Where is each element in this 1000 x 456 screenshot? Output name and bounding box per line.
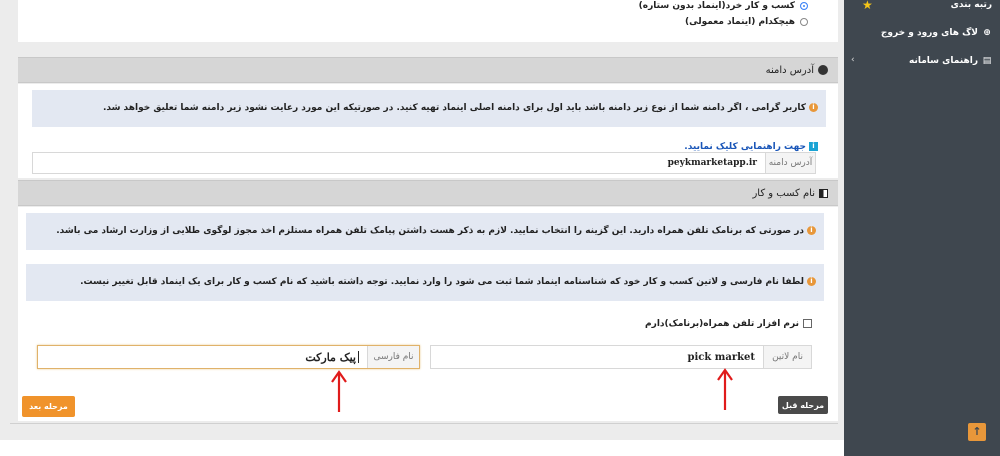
latin-name-label: نام لاتین bbox=[763, 346, 811, 368]
main-content: کسب و کار خرد(اینماد بدون ستاره) هیچکدام… bbox=[0, 0, 844, 456]
mobile-app-checkbox-row[interactable]: نرم افزار تلفن همراه(برنامک)دارم bbox=[645, 319, 812, 329]
business-panel: iدر صورتی که برنامک تلفن همراه دارید. ای… bbox=[18, 207, 838, 421]
domain-section-title: آدرس دامنه bbox=[766, 65, 828, 76]
next-step-button[interactable]: مرحله بعد bbox=[22, 396, 75, 417]
latin-name-value: pick market bbox=[687, 351, 755, 363]
name-alert: iلطفا نام فارسی و لاتین کسب و کار خود که… bbox=[26, 264, 824, 301]
red-arrow-up-icon bbox=[331, 370, 347, 412]
domain-field[interactable]: آدرس دامنه peykmarketapp.ir bbox=[32, 152, 816, 174]
previous-step-button[interactable]: مرحله قبل bbox=[778, 396, 828, 414]
scroll-top-button[interactable]: ↑ bbox=[968, 423, 986, 441]
divider bbox=[10, 423, 838, 424]
guide-link[interactable]: iجهت راهنمایی کلیک نمایید. bbox=[684, 142, 818, 152]
app-alert: iدر صورتی که برنامک تلفن همراه دارید. ای… bbox=[26, 213, 824, 250]
domain-section-header: آدرس دامنه bbox=[18, 57, 838, 83]
domain-field-value: peykmarketapp.ir bbox=[667, 158, 757, 168]
persian-name-label: نام فارسی bbox=[367, 346, 419, 368]
trust-panel: کسب و کار خرد(اینماد بدون ستاره) هیچکدام… bbox=[18, 0, 838, 42]
domain-panel: iکاربر گرامی ، اگر دامنه شما از نوع زیر … bbox=[18, 84, 838, 178]
business-section-title: نام کسب و کار bbox=[752, 188, 828, 199]
star-icon: ★ bbox=[862, 0, 873, 12]
info-icon: i bbox=[809, 103, 818, 112]
bottom-strip bbox=[0, 440, 844, 456]
domain-alert: iکاربر گرامی ، اگر دامنه شما از نوع زیر … bbox=[32, 90, 826, 127]
persian-name-value: پیک مارکت bbox=[305, 350, 356, 364]
mobile-app-checkbox[interactable] bbox=[803, 319, 812, 328]
radio-selected-icon[interactable] bbox=[800, 1, 808, 10]
text-cursor bbox=[358, 351, 359, 363]
sidebar-item-ranking[interactable]: رتبه بندی bbox=[951, 0, 992, 10]
document-icon: ▤ bbox=[982, 56, 992, 66]
chevron-left-icon[interactable]: ‹ bbox=[851, 55, 855, 65]
persian-name-value-wrap: پیک مارکت bbox=[305, 346, 359, 368]
globe-icon bbox=[818, 65, 828, 75]
plus-circle-icon: ⊕ bbox=[983, 28, 991, 38]
radio-empty-icon[interactable] bbox=[800, 17, 808, 26]
info-icon: i bbox=[807, 226, 816, 235]
sidebar-item-guide[interactable]: ▤راهنمای سامانه bbox=[909, 56, 992, 66]
red-arrow-up-icon bbox=[717, 368, 733, 410]
business-icon bbox=[819, 188, 828, 198]
radio-option-star-free[interactable]: کسب و کار خرد(اینماد بدون ستاره) bbox=[639, 1, 808, 11]
info-square-icon: i bbox=[809, 142, 818, 151]
arrow-up-icon: ↑ bbox=[972, 425, 982, 438]
radio-option-none[interactable]: هیچکدام (اینماد معمولی) bbox=[685, 17, 808, 27]
domain-field-label: آدرس دامنه bbox=[765, 153, 815, 173]
persian-name-field[interactable]: نام فارسی پیک مارکت bbox=[37, 345, 420, 369]
business-section-header: نام کسب و کار bbox=[18, 180, 838, 206]
info-icon: i bbox=[807, 277, 816, 286]
sidebar-item-login-logs[interactable]: ⊕لاگ های ورود و خروج bbox=[881, 28, 992, 38]
latin-name-field[interactable]: نام لاتین pick market bbox=[430, 345, 812, 369]
sidebar: رتبه بندی ★ ⊕لاگ های ورود و خروج ▤راهنما… bbox=[844, 0, 1000, 456]
